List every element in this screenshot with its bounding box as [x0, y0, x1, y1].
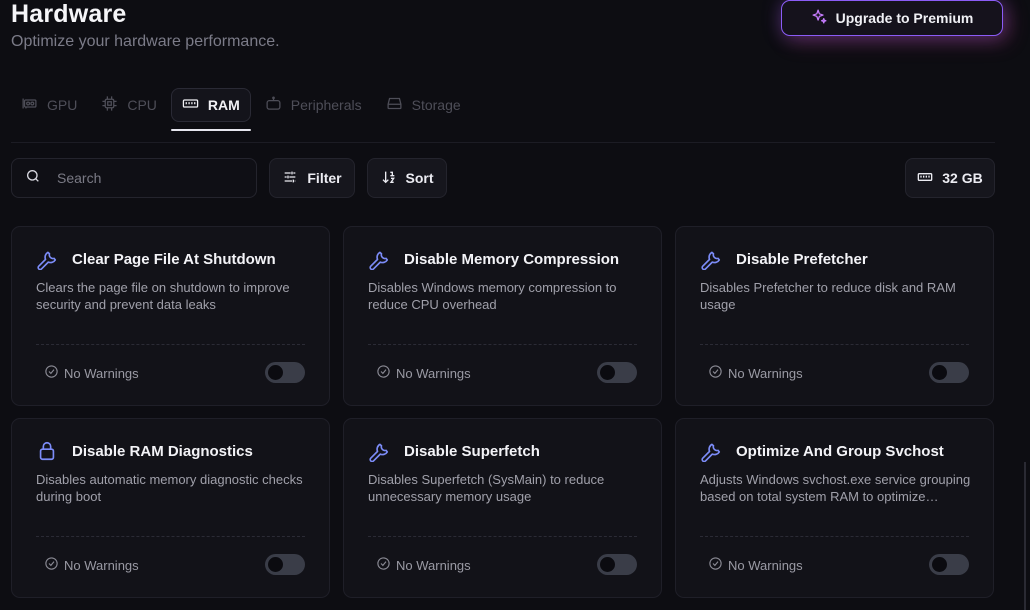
tweak-card: Clear Page File At Shutdown Clears the p…: [11, 226, 330, 406]
sliders-icon: [282, 169, 298, 188]
warning-status-label: No Warnings: [64, 365, 139, 381]
tweak-toggle[interactable]: [597, 554, 637, 575]
card-description: Disables automatic memory diagnostic che…: [36, 472, 303, 504]
lock-icon: [36, 440, 58, 462]
check-circle-icon: [708, 364, 723, 382]
tab-ram[interactable]: RAM: [170, 88, 251, 131]
page-subtitle: Optimize your hardware performance.: [11, 33, 280, 50]
ram-size-badge: 32 GB: [905, 158, 995, 198]
scrollbar-track[interactable]: [1024, 462, 1026, 610]
tab-peripherals[interactable]: Peripherals: [255, 88, 372, 122]
tweak-toggle[interactable]: [929, 362, 969, 383]
warning-status-label: No Warnings: [64, 557, 139, 573]
tab-peripherals-label: Peripherals: [290, 97, 362, 113]
tab-gpu-label: GPU: [47, 97, 78, 113]
card-description: Disables Windows memory compression to r…: [368, 280, 617, 312]
card-description: Disables Superfetch (SysMain) to reduce …: [368, 472, 605, 504]
card-divider: [368, 344, 637, 345]
ram-size-value: 32 GB: [942, 170, 983, 186]
toggle-knob: [268, 365, 283, 380]
warning-status: No Warnings: [44, 364, 139, 382]
search-icon: [25, 168, 41, 189]
tweak-toggle[interactable]: [265, 554, 305, 575]
toggle-knob: [268, 557, 283, 572]
card-divider: [36, 344, 305, 345]
wrench-icon: [700, 248, 722, 271]
tweak-card: Disable Prefetcher Disables Prefetcher t…: [675, 226, 994, 406]
tab-storage-label: Storage: [411, 97, 461, 113]
check-circle-icon: [44, 364, 59, 382]
hardware-tabs: GPU CPU RAM Peripherals Storage: [11, 88, 471, 132]
card-description: Clears the page file on shutdown to impr…: [36, 280, 290, 312]
card-title: Disable Prefetcher: [736, 251, 868, 268]
warning-status-label: No Warnings: [728, 557, 803, 573]
search-input[interactable]: [57, 170, 227, 186]
sparkles-icon: [811, 8, 828, 28]
wrench-icon: [368, 440, 390, 463]
tab-cpu[interactable]: CPU: [91, 88, 167, 122]
warning-status: No Warnings: [44, 556, 139, 574]
toggle-knob: [932, 557, 947, 572]
sort-label: Sort: [405, 170, 434, 186]
check-circle-icon: [376, 364, 391, 382]
tab-storage[interactable]: Storage: [376, 88, 471, 122]
check-circle-icon: [44, 556, 59, 574]
memory-icon: [917, 169, 933, 188]
tweak-toggle[interactable]: [597, 362, 637, 383]
sort-icon: [381, 169, 397, 188]
warning-status: No Warnings: [376, 364, 471, 382]
ram-icon: [182, 95, 199, 115]
tab-ram-label: RAM: [207, 97, 240, 113]
card-divider: [700, 344, 969, 345]
card-title: Disable Superfetch: [404, 443, 540, 460]
card-title: Clear Page File At Shutdown: [72, 251, 276, 268]
gpu-icon: [21, 95, 38, 115]
tab-gpu[interactable]: GPU: [11, 88, 87, 122]
card-description: Adjusts Windows svchost.exe service grou…: [700, 472, 971, 504]
page-title: Hardware: [11, 0, 127, 28]
upgrade-premium-button[interactable]: Upgrade to Premium: [781, 0, 1003, 36]
warning-status-label: No Warnings: [396, 557, 471, 573]
tab-cpu-label: CPU: [127, 97, 157, 113]
sort-button[interactable]: Sort: [367, 158, 447, 198]
tweak-card: Disable Memory Compression Disables Wind…: [343, 226, 662, 406]
card-title: Optimize And Group Svchost: [736, 443, 944, 460]
warning-status: No Warnings: [708, 556, 803, 574]
warning-status-label: No Warnings: [396, 365, 471, 381]
hardware-page: Hardware Optimize your hardware performa…: [0, 0, 1030, 610]
filter-label: Filter: [307, 170, 342, 186]
card-title: Disable RAM Diagnostics: [72, 443, 253, 460]
tabs-divider: [11, 142, 995, 143]
tweak-toggle[interactable]: [265, 362, 305, 383]
search-box[interactable]: [11, 158, 257, 198]
toggle-knob: [600, 365, 615, 380]
toggle-knob: [600, 557, 615, 572]
upgrade-premium-label: Upgrade to Premium: [835, 10, 974, 26]
wrench-icon: [700, 440, 722, 463]
wrench-icon: [368, 248, 390, 271]
check-circle-icon: [376, 556, 391, 574]
filter-button[interactable]: Filter: [269, 158, 355, 198]
card-divider: [700, 536, 969, 537]
toggle-knob: [932, 365, 947, 380]
tweak-card: Optimize And Group Svchost Adjusts Windo…: [675, 418, 994, 598]
card-divider: [36, 536, 305, 537]
peripherals-icon: [265, 95, 282, 115]
wrench-icon: [36, 248, 58, 271]
warning-status: No Warnings: [708, 364, 803, 382]
cpu-icon: [101, 95, 118, 115]
warning-status-label: No Warnings: [728, 365, 803, 381]
card-divider: [368, 536, 637, 537]
check-circle-icon: [708, 556, 723, 574]
tweak-card: Disable RAM Diagnostics Disables automat…: [11, 418, 330, 598]
card-description: Disables Prefetcher to reduce disk and R…: [700, 280, 956, 312]
tweak-toggle[interactable]: [929, 554, 969, 575]
warning-status: No Warnings: [376, 556, 471, 574]
card-title: Disable Memory Compression: [404, 251, 620, 268]
tweak-card: Disable Superfetch Disables Superfetch (…: [343, 418, 662, 598]
storage-icon: [386, 95, 403, 115]
